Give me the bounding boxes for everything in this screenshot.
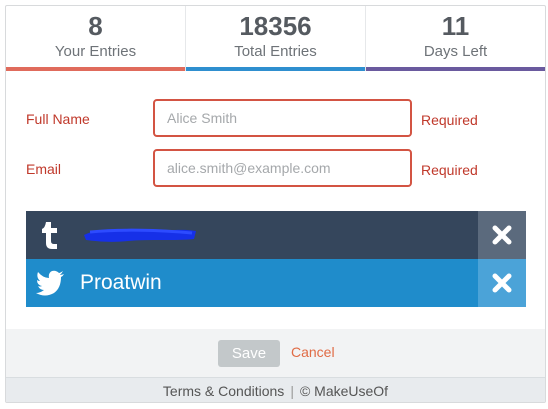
email-required: Required <box>421 162 478 178</box>
days-left-label: Days Left <box>423 43 488 60</box>
days-left-accent-bar <box>366 67 545 71</box>
your-entries-count: 8 <box>88 11 103 41</box>
footer-separator: | <box>290 383 294 399</box>
tumblr-account-row <box>26 211 526 259</box>
email-input[interactable] <box>153 149 412 187</box>
full-name-required: Required <box>421 112 478 128</box>
total-entries-accent-bar <box>186 67 365 71</box>
close-icon <box>492 273 512 293</box>
tumblr-username-redacted <box>74 219 478 251</box>
cancel-link[interactable]: Cancel <box>291 344 335 360</box>
days-left-count: 11 <box>441 11 470 41</box>
stat-total-entries: 18356 Total Entries <box>186 6 366 71</box>
full-name-label: Full Name <box>26 111 90 127</box>
legal-footer: Terms & Conditions | © MakeUseOf <box>6 377 545 402</box>
total-entries-label: Total Entries <box>234 43 317 60</box>
stat-days-left: 11 Days Left <box>366 6 545 71</box>
total-entries-count: 18356 <box>239 11 312 41</box>
tumblr-icon <box>26 211 74 259</box>
twitter-icon <box>26 259 74 307</box>
form-actions: Save Cancel <box>6 329 545 377</box>
twitter-account-row: Proatwin <box>26 259 526 307</box>
remove-twitter-button[interactable] <box>478 259 526 307</box>
copyright-text: © MakeUseOf <box>299 383 389 399</box>
your-entries-accent-bar <box>6 67 185 71</box>
stat-your-entries: 8 Your Entries <box>6 6 186 71</box>
full-name-input[interactable] <box>153 99 412 137</box>
your-entries-label: Your Entries <box>54 43 137 60</box>
entry-stats: 8 Your Entries 18356 Total Entries 11 Da… <box>6 6 545 71</box>
email-label: Email <box>26 161 62 177</box>
giveaway-widget: 8 Your Entries 18356 Total Entries 11 Da… <box>5 5 546 403</box>
terms-link[interactable]: Terms & Conditions <box>163 383 284 399</box>
close-icon <box>492 225 512 245</box>
twitter-username: Proatwin <box>80 271 162 294</box>
remove-tumblr-button[interactable] <box>478 211 526 259</box>
save-button[interactable]: Save <box>218 340 280 367</box>
